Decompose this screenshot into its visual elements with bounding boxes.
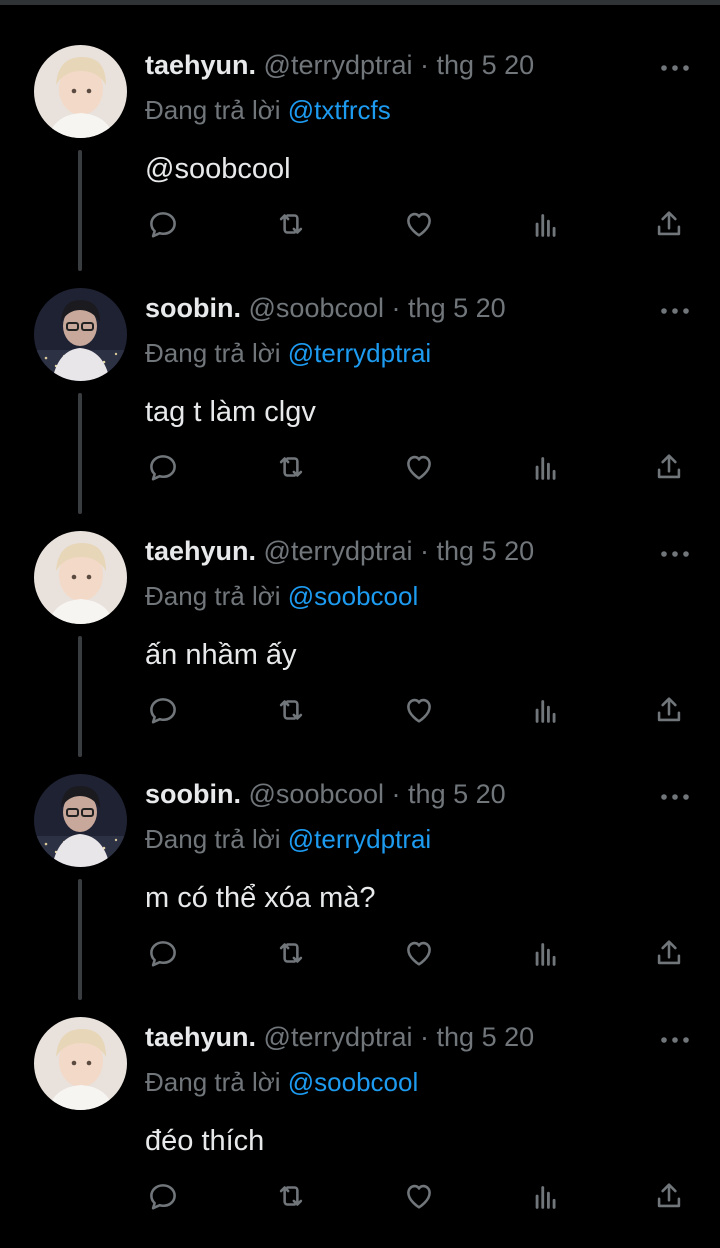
more-options-icon[interactable] — [659, 787, 691, 807]
replying-to: Đang trả lời @soobcool — [145, 581, 418, 612]
tweet[interactable]: taehyun. @terrydptrai · thg 5 20 Đang tr… — [0, 0, 720, 271]
separator-dot: · — [420, 50, 430, 80]
tweet-text[interactable]: @soobcool — [145, 153, 291, 186]
reply-icon[interactable] — [138, 199, 188, 249]
display-name[interactable]: taehyun. — [145, 536, 256, 566]
tweet-actions — [0, 1171, 720, 1235]
tweet-header: taehyun. @terrydptrai · thg 5 20 — [145, 50, 534, 81]
tweet-date[interactable]: thg 5 20 — [437, 536, 535, 566]
like-icon[interactable] — [394, 1171, 444, 1221]
tweet-date[interactable]: thg 5 20 — [408, 779, 506, 809]
taehyun-avatar[interactable] — [34, 1017, 127, 1110]
more-options-icon[interactable] — [659, 1030, 691, 1050]
reply-icon[interactable] — [138, 685, 188, 735]
reply-icon[interactable] — [138, 928, 188, 978]
views-icon[interactable] — [522, 1171, 572, 1221]
user-handle[interactable]: @soobcool — [249, 293, 385, 323]
replying-to-label: Đang trả lời — [145, 581, 288, 611]
replying-to-mention[interactable]: @terrydptrai — [288, 338, 431, 368]
reply-icon[interactable] — [138, 442, 188, 492]
taehyun-avatar[interactable] — [34, 45, 127, 138]
replying-to: Đang trả lời @txtfrcfs — [145, 95, 391, 126]
replying-to-mention[interactable]: @soobcool — [288, 581, 418, 611]
share-icon[interactable] — [644, 199, 694, 249]
like-icon[interactable] — [394, 199, 444, 249]
replying-to: Đang trả lời @terrydptrai — [145, 824, 431, 855]
taehyun-avatar[interactable] — [34, 531, 127, 624]
user-handle[interactable]: @terrydptrai — [264, 1022, 413, 1052]
retweet-icon[interactable] — [266, 1171, 316, 1221]
reply-icon[interactable] — [138, 1171, 188, 1221]
share-icon[interactable] — [644, 1171, 694, 1221]
tweet-text[interactable]: đéo thích — [145, 1125, 264, 1158]
views-icon[interactable] — [522, 442, 572, 492]
retweet-icon[interactable] — [266, 199, 316, 249]
more-options-icon[interactable] — [659, 58, 691, 78]
replying-to-mention[interactable]: @txtfrcfs — [288, 95, 391, 125]
views-icon[interactable] — [522, 685, 572, 735]
display-name[interactable]: soobin. — [145, 779, 241, 809]
replying-to: Đang trả lời @soobcool — [145, 1067, 418, 1098]
replying-to-label: Đang trả lời — [145, 1067, 288, 1097]
tweet[interactable]: soobin. @soobcool · thg 5 20 Đang trả lờ… — [0, 243, 720, 514]
tweet-date[interactable]: thg 5 20 — [437, 50, 535, 80]
share-icon[interactable] — [644, 685, 694, 735]
tweet[interactable]: soobin. @soobcool · thg 5 20 Đang trả lờ… — [0, 729, 720, 1000]
separator-dot: · — [391, 293, 401, 323]
replying-to-mention[interactable]: @terrydptrai — [288, 824, 431, 854]
user-handle[interactable]: @terrydptrai — [264, 50, 413, 80]
tweet[interactable]: taehyun. @terrydptrai · thg 5 20 Đang tr… — [0, 486, 720, 757]
views-icon[interactable] — [522, 928, 572, 978]
share-icon[interactable] — [644, 928, 694, 978]
separator-dot: · — [420, 1022, 430, 1052]
replying-to-label: Đang trả lời — [145, 95, 288, 125]
replying-to-mention[interactable]: @soobcool — [288, 1067, 418, 1097]
like-icon[interactable] — [394, 928, 444, 978]
tweet[interactable]: taehyun. @terrydptrai · thg 5 20 Đang tr… — [0, 972, 720, 1215]
display-name[interactable]: taehyun. — [145, 1022, 256, 1052]
more-options-icon[interactable] — [659, 301, 691, 321]
separator-dot: · — [420, 536, 430, 566]
tweet-text[interactable]: ấn nhầm ấy — [145, 639, 297, 672]
separator-dot: · — [391, 779, 401, 809]
tweet-header: taehyun. @terrydptrai · thg 5 20 — [145, 1022, 534, 1053]
tweet-text[interactable]: tag t làm clgv — [145, 396, 316, 429]
tweet-header: taehyun. @terrydptrai · thg 5 20 — [145, 536, 534, 567]
tweet-header: soobin. @soobcool · thg 5 20 — [145, 293, 506, 324]
retweet-icon[interactable] — [266, 442, 316, 492]
display-name[interactable]: taehyun. — [145, 50, 256, 80]
views-icon[interactable] — [522, 199, 572, 249]
like-icon[interactable] — [394, 442, 444, 492]
soobin-avatar[interactable] — [34, 288, 127, 381]
replying-to-label: Đang trả lời — [145, 338, 288, 368]
more-options-icon[interactable] — [659, 544, 691, 564]
replying-to: Đang trả lời @terrydptrai — [145, 338, 431, 369]
share-icon[interactable] — [644, 442, 694, 492]
tweet-date[interactable]: thg 5 20 — [437, 1022, 535, 1052]
retweet-icon[interactable] — [266, 685, 316, 735]
like-icon[interactable] — [394, 685, 444, 735]
user-handle[interactable]: @terrydptrai — [264, 536, 413, 566]
soobin-avatar[interactable] — [34, 774, 127, 867]
replying-to-label: Đang trả lời — [145, 824, 288, 854]
tweet-text[interactable]: m có thể xóa mà? — [145, 882, 376, 915]
display-name[interactable]: soobin. — [145, 293, 241, 323]
user-handle[interactable]: @soobcool — [249, 779, 385, 809]
tweet-date[interactable]: thg 5 20 — [408, 293, 506, 323]
retweet-icon[interactable] — [266, 928, 316, 978]
tweet-header: soobin. @soobcool · thg 5 20 — [145, 779, 506, 810]
